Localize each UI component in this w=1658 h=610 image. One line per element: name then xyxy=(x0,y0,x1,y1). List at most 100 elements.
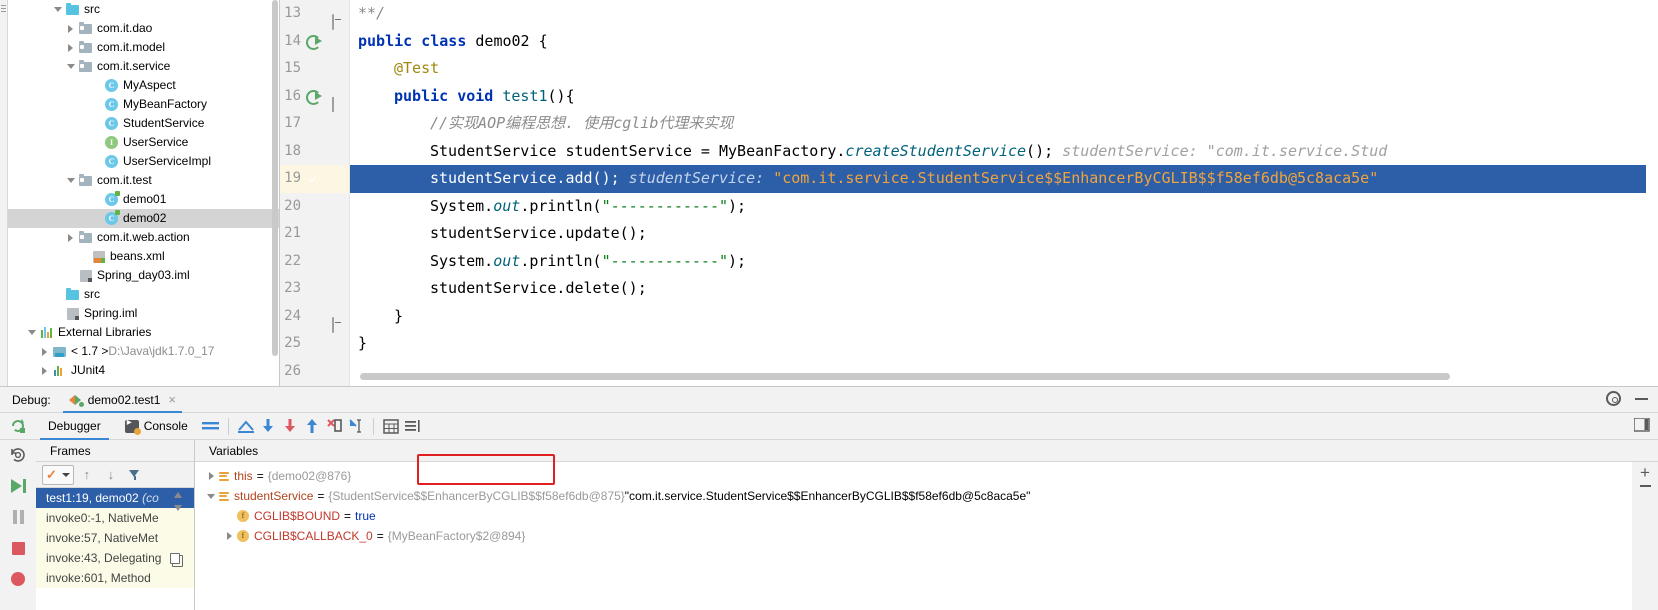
code-line-15[interactable]: @Test xyxy=(350,55,1658,83)
tree-item-spring-day03-iml[interactable]: Spring_day03.iml xyxy=(8,266,279,285)
editor-horizontal-scrollbar[interactable] xyxy=(360,373,1450,380)
drop-frame-icon[interactable] xyxy=(323,415,345,437)
tree-item-com-it-web-action[interactable]: com.it.web.action xyxy=(8,228,279,247)
debug-session-tab[interactable]: demo02.test1 × xyxy=(62,387,183,413)
frames-scroll-controls[interactable] xyxy=(170,488,184,567)
tree-item-com-it-service[interactable]: com.it.service xyxy=(8,57,279,76)
code-line-17[interactable]: //实现AOP编程思想. 使用cglib代理来实现 xyxy=(350,110,1658,138)
code-editor[interactable]: 13 14 15 16 17 18 19 20 21 22 23 24 25 26 **/ public c… xyxy=(280,0,1658,386)
show-execution-point-icon[interactable] xyxy=(235,415,257,437)
tab-console[interactable]: Console xyxy=(113,413,200,439)
tree-item-studentservice[interactable]: C StudentService xyxy=(8,114,279,133)
chevron-right-icon[interactable] xyxy=(64,43,77,52)
gutter-line-25[interactable]: 25 xyxy=(280,330,349,358)
code-line-25[interactable]: } xyxy=(350,330,1658,358)
variable-row[interactable]: studentService = {StudentService$$Enhanc… xyxy=(203,486,1658,506)
tree-item-com-it-dao[interactable]: com.it.dao xyxy=(8,19,279,38)
gutter-line-23[interactable]: 23 xyxy=(280,275,349,303)
code-line-14[interactable]: public class demo02 { xyxy=(350,28,1658,56)
code-content-area[interactable]: **/ public class demo02 {@Test public void… xyxy=(350,0,1658,386)
evaluate-expression-icon[interactable] xyxy=(380,415,402,437)
gutter-line-20[interactable]: 20 xyxy=(280,193,349,221)
tree-item-spring-iml[interactable]: Spring.iml xyxy=(8,304,279,323)
code-line-20[interactable]: System.out.println("------------"); xyxy=(350,193,1658,221)
tree-item-src[interactable]: src xyxy=(8,0,279,19)
step-into-icon[interactable] xyxy=(279,415,301,437)
stop-program-icon[interactable] xyxy=(6,537,30,559)
thread-selector[interactable]: ✓ xyxy=(42,464,74,485)
gear-icon[interactable] xyxy=(1606,391,1621,406)
project-tree-scrollbar[interactable] xyxy=(271,0,279,386)
pause-program-icon[interactable] xyxy=(6,506,30,528)
variable-row[interactable]: this = {demo02@876} xyxy=(203,466,1658,486)
gutter-line-16[interactable]: 16 xyxy=(280,83,349,112)
tab-debugger[interactable]: Debugger xyxy=(36,413,113,440)
fold-end-icon[interactable] xyxy=(332,9,343,30)
gutter-line-15[interactable]: 15 xyxy=(280,55,349,83)
chevron-right-icon[interactable] xyxy=(203,472,219,480)
tree-item-demo02[interactable]: Cdemo02 xyxy=(8,209,279,228)
code-line-26[interactable] xyxy=(350,358,1658,386)
gutter-line-21[interactable]: 21 xyxy=(280,220,349,248)
minimize-icon[interactable] xyxy=(1635,397,1648,400)
frames-panel[interactable]: Frames ✓ ↑ ↓ test1:19, demo02 (co invoke0… xyxy=(36,440,195,610)
tree-item-com-it-model[interactable]: com.it.model xyxy=(8,38,279,57)
chevron-down-icon[interactable] xyxy=(64,64,77,69)
tree-item-demo01[interactable]: Cdemo01 xyxy=(8,190,279,209)
editor-gutter[interactable]: 13 14 15 16 17 18 19 20 21 22 23 24 25 26 xyxy=(280,0,350,386)
gutter-line-13[interactable]: 13 xyxy=(280,0,349,30)
mute-breakpoints-icon[interactable] xyxy=(6,568,30,590)
code-line-16[interactable]: public void test1(){ xyxy=(350,83,1658,111)
tree-item-mybeanfactory[interactable]: C MyBeanFactory xyxy=(8,95,279,114)
code-line-22[interactable]: System.out.println("------------"); xyxy=(350,248,1658,276)
gutter-line-17[interactable]: 17 xyxy=(280,110,349,138)
layout-settings-icon[interactable] xyxy=(402,415,424,437)
gutter-line-26[interactable]: 26 xyxy=(280,358,349,386)
gutter-line-22[interactable]: 22 xyxy=(280,248,349,276)
chevron-right-icon[interactable] xyxy=(221,532,237,540)
rerun-debug-button[interactable] xyxy=(0,413,36,439)
chevron-down-icon[interactable] xyxy=(64,178,77,183)
copy-stack-icon[interactable] xyxy=(170,552,184,567)
tree-item-external-libraries[interactable]: External Libraries xyxy=(8,323,279,342)
frames-down-icon[interactable]: ↓ xyxy=(100,464,122,486)
scroll-up-icon[interactable] xyxy=(171,488,184,501)
frame-item[interactable]: invoke:601, Method xyxy=(36,568,194,588)
chevron-down-icon[interactable] xyxy=(25,330,38,335)
variable-row[interactable]: f CGLIB$BOUND = true xyxy=(203,506,1658,526)
gutter-line-18[interactable]: 18 xyxy=(280,138,349,166)
tree-item-myaspect[interactable]: C MyAspect xyxy=(8,76,279,95)
tree-item-com-it-test[interactable]: com.it.test xyxy=(8,171,279,190)
tree-item-userservice[interactable]: I UserService xyxy=(8,133,279,152)
tree-item-src[interactable]: src xyxy=(8,285,279,304)
remove-watch-icon[interactable] xyxy=(1639,485,1651,487)
fold-start-icon[interactable] xyxy=(332,92,343,112)
tree-item-userserviceimpl[interactable]: C UserServiceImpl xyxy=(8,152,279,171)
scrollbar-thumb[interactable] xyxy=(272,0,278,356)
layout-lines-icon[interactable] xyxy=(200,415,222,437)
chevron-right-icon[interactable] xyxy=(38,366,51,375)
variable-row[interactable]: f CGLIB$CALLBACK_0 = {MyBeanFactory$2@894… xyxy=(203,526,1658,546)
code-line-13[interactable]: **/ xyxy=(350,0,1658,28)
code-line-24[interactable]: } xyxy=(350,303,1658,331)
step-over-icon[interactable] xyxy=(257,415,279,437)
tree-item--1-7-[interactable]: < 1.7 > D:\Java\jdk1.7.0_17 xyxy=(8,342,279,361)
gutter-line-24[interactable]: 24 xyxy=(280,303,349,333)
tree-item-beans-xml[interactable]: beans.xml xyxy=(8,247,279,266)
frames-up-icon[interactable]: ↑ xyxy=(76,464,98,486)
variables-panel[interactable]: Variables this = {demo02@876} studentServ… xyxy=(195,440,1658,610)
code-line-18[interactable]: StudentService studentService = MyBeanFa… xyxy=(350,138,1658,166)
code-line-19[interactable]: studentService.add(); studentService: "c… xyxy=(350,165,1658,193)
rerun-session-icon[interactable] xyxy=(6,444,30,466)
scroll-down-icon[interactable] xyxy=(171,501,184,514)
close-icon[interactable]: × xyxy=(168,392,176,407)
resume-program-icon[interactable] xyxy=(6,475,30,497)
frames-filter-icon[interactable] xyxy=(124,464,146,486)
chevron-down-icon[interactable] xyxy=(203,493,219,499)
chevron-down-icon[interactable] xyxy=(51,7,64,12)
gutter-line-19[interactable]: 19 xyxy=(280,165,349,193)
chevron-right-icon[interactable] xyxy=(64,233,77,242)
hide-tool-window-icon[interactable] xyxy=(1633,417,1650,435)
gutter-line-14[interactable]: 14 xyxy=(280,28,349,56)
tree-item-junit4[interactable]: JUnit4 xyxy=(8,361,279,380)
